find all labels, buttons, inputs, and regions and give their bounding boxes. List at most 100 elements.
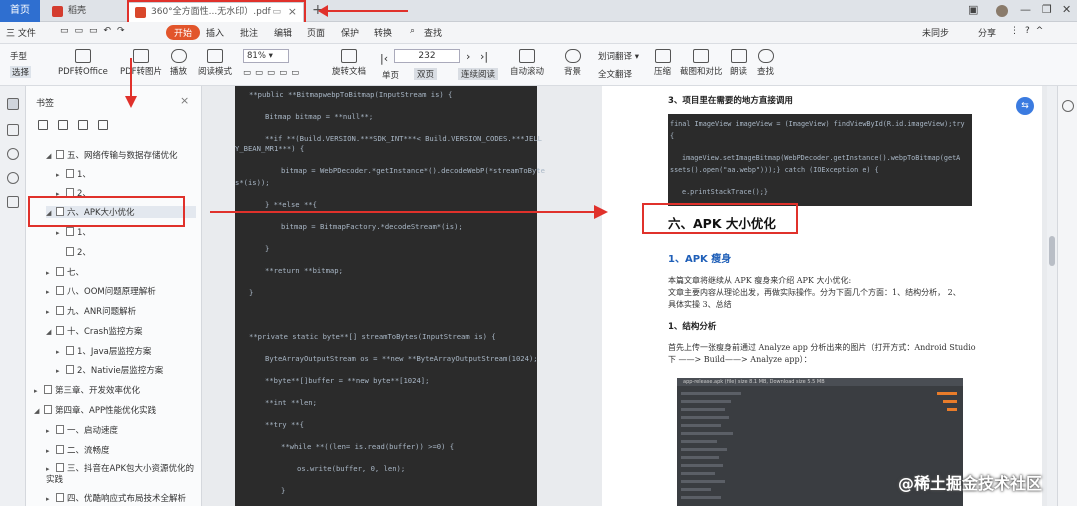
sidebar-item[interactable]: ▸ 第三章、开发效率优化 bbox=[34, 384, 140, 396]
select-tool-button[interactable]: 选择 bbox=[10, 66, 32, 78]
menu-convert[interactable]: 转换 bbox=[374, 26, 392, 39]
background-label: 背景 bbox=[564, 67, 582, 77]
menu-protect[interactable]: 保护 bbox=[341, 26, 359, 39]
page-number-input[interactable]: 232 bbox=[394, 49, 460, 63]
hand-tool-label: 手型 bbox=[10, 52, 28, 62]
screenshot-compare-button[interactable]: 截图和对比 bbox=[680, 49, 723, 77]
share-button[interactable]: 分享 bbox=[978, 26, 996, 39]
annotation-box-bookmark bbox=[28, 196, 185, 227]
menu-find[interactable]: 查找 bbox=[424, 26, 442, 39]
search-icon[interactable]: ⌕ bbox=[410, 26, 415, 36]
close-icon[interactable]: × bbox=[180, 94, 189, 107]
doc-icon bbox=[66, 247, 74, 256]
single-page-button[interactable]: 单页 bbox=[382, 69, 399, 81]
maximize-icon[interactable]: ❐ bbox=[1042, 3, 1052, 16]
quick-access-icons[interactable]: ▭▭▭↶↷ bbox=[60, 26, 131, 36]
avatar[interactable] bbox=[996, 5, 1008, 17]
screenshot-row bbox=[681, 456, 719, 459]
sidebar-item[interactable]: ▸ 1、 bbox=[56, 226, 91, 238]
pdf-to-image-button[interactable]: PDF转图片 bbox=[120, 49, 162, 77]
sidebar-item[interactable]: ◢ 五、网络传输与数据存储优化 bbox=[46, 149, 178, 161]
sidebar-item[interactable]: ◢ 第四章、APP性能优化实践 bbox=[34, 404, 156, 416]
continuous-read-button[interactable]: 连续阅读 bbox=[458, 68, 499, 80]
expand-all-icon[interactable] bbox=[38, 120, 48, 130]
sidebar-item[interactable]: ▸ 四、优酷响应式布局技术全解析 bbox=[46, 492, 186, 504]
menu-file[interactable]: 三 文件 bbox=[6, 26, 36, 39]
caret-right-icon: ▸ bbox=[46, 465, 50, 473]
sidebar-item[interactable]: ▸ 九、ANR问题解析 bbox=[46, 305, 136, 317]
read-aloud-button[interactable]: 朗读 bbox=[730, 49, 747, 77]
tab-docer[interactable]: 稻壳 bbox=[46, 2, 116, 22]
sidebar-item[interactable]: ◢ 十、Crash监控方案 bbox=[46, 325, 142, 337]
caret-right-icon: ▸ bbox=[56, 348, 60, 356]
double-page-button[interactable]: 双页 bbox=[414, 68, 438, 80]
close-window-icon[interactable]: ✕ bbox=[1062, 3, 1071, 16]
screenshot-bar bbox=[947, 408, 957, 411]
sidebar-item[interactable]: ▸ 二、流畅度 bbox=[46, 444, 110, 456]
find-button[interactable]: 查找 bbox=[757, 49, 774, 77]
zoom-select[interactable]: 81% ▾ bbox=[243, 49, 289, 63]
menu-insert[interactable]: 插入 bbox=[206, 26, 224, 39]
code-line: final ImageView imageView = (ImageView) … bbox=[670, 120, 965, 128]
doc-icon bbox=[56, 463, 64, 472]
add-bookmark-icon[interactable] bbox=[78, 120, 88, 130]
sidebar-item[interactable]: ▸ 八、OOM问题原理解析 bbox=[46, 285, 156, 297]
sidebar-item-label: 九、ANR问题解析 bbox=[67, 307, 137, 317]
comment-panel-icon[interactable] bbox=[7, 148, 19, 160]
rotate-button[interactable]: 旋转文档 bbox=[332, 49, 366, 77]
sidebar-item[interactable]: ▸ 1、 bbox=[56, 168, 91, 180]
annotation-arrowhead-vertical bbox=[125, 96, 137, 108]
sync-status[interactable]: 未同步 bbox=[922, 26, 949, 39]
caret-right-icon: ▸ bbox=[56, 229, 60, 237]
code-line: **return **bitmap; bbox=[265, 266, 343, 275]
double-page-label: 双页 bbox=[417, 70, 435, 80]
minimize-icon[interactable]: — bbox=[1020, 3, 1031, 16]
collapse-all-icon[interactable] bbox=[58, 120, 68, 130]
code-line: } bbox=[265, 244, 270, 253]
sidebar-item[interactable]: ▸ 2、Nativie层监控方案 bbox=[56, 364, 163, 376]
thumbnail-panel-icon[interactable] bbox=[7, 124, 19, 136]
menu-page[interactable]: 页面 bbox=[307, 26, 325, 39]
sidebar-item[interactable]: ▸ 1、Java层监控方案 bbox=[56, 345, 151, 357]
read-mode-button[interactable]: 阅读模式 bbox=[198, 49, 232, 77]
doc-icon bbox=[66, 365, 74, 374]
translate-full-button[interactable]: 全文翻译 bbox=[598, 68, 632, 80]
translate-words-button[interactable]: 划词翻译 ▾ bbox=[598, 50, 639, 62]
pdf-viewport[interactable]: **public **BitmapwebpToBitmap(InputStrea… bbox=[202, 86, 1047, 506]
last-page-icon[interactable]: ›| bbox=[480, 50, 488, 63]
menu-annotate[interactable]: 批注 bbox=[240, 26, 258, 39]
single-page-label: 单页 bbox=[382, 71, 400, 81]
doc-icon bbox=[66, 227, 74, 236]
fit-icons[interactable]: ▭▭▭▭▭ bbox=[243, 68, 303, 78]
compress-icon bbox=[654, 49, 671, 63]
pdf-to-office-button[interactable]: PDF转Office bbox=[58, 49, 108, 77]
bookmark-panel-icon[interactable] bbox=[7, 98, 19, 110]
screenshot-row bbox=[681, 408, 725, 411]
bookmark-icon[interactable] bbox=[98, 120, 108, 130]
menu-edit[interactable]: 编辑 bbox=[274, 26, 292, 39]
more-menu-icons[interactable]: ⋮?^ bbox=[1010, 26, 1049, 36]
sidebar-item[interactable]: ▸ 七、 bbox=[46, 266, 84, 278]
compress-button[interactable]: 压缩 bbox=[654, 49, 671, 77]
scrollbar-thumb[interactable] bbox=[1049, 236, 1055, 266]
sidebar-item[interactable]: ▸ 三、抖音在APK包大小资源优化的实践 bbox=[46, 463, 196, 486]
code-line: **public **BitmapwebpToBitmap(InputStrea… bbox=[249, 90, 453, 99]
sidebar-item[interactable]: 2、 bbox=[66, 246, 91, 258]
next-page-icon[interactable]: › bbox=[466, 50, 470, 63]
first-page-icon[interactable]: |‹ bbox=[380, 52, 388, 65]
signature-panel-icon[interactable] bbox=[7, 196, 19, 208]
screenshot-icon bbox=[693, 49, 710, 63]
menu-start[interactable]: 开始 bbox=[166, 25, 201, 40]
zoom-search-icon[interactable] bbox=[1062, 100, 1074, 112]
rotate-label: 旋转文档 bbox=[332, 67, 367, 77]
background-button[interactable]: 背景 bbox=[564, 49, 581, 77]
window-list-icon[interactable]: ▣ bbox=[968, 3, 978, 16]
sidebar-item[interactable]: ▸ 一、启动速度 bbox=[46, 424, 118, 436]
document-scrollbar[interactable] bbox=[1047, 86, 1057, 506]
attachment-panel-icon[interactable] bbox=[7, 172, 19, 184]
hand-tool-button[interactable]: 手型 bbox=[10, 50, 27, 62]
floating-action-icon[interactable]: ⇆ bbox=[1016, 97, 1034, 115]
play-button[interactable]: 播放 bbox=[170, 49, 187, 77]
tab-home[interactable]: 首页 bbox=[0, 0, 40, 22]
auto-scroll-button[interactable]: 自动滚动 bbox=[510, 49, 544, 77]
